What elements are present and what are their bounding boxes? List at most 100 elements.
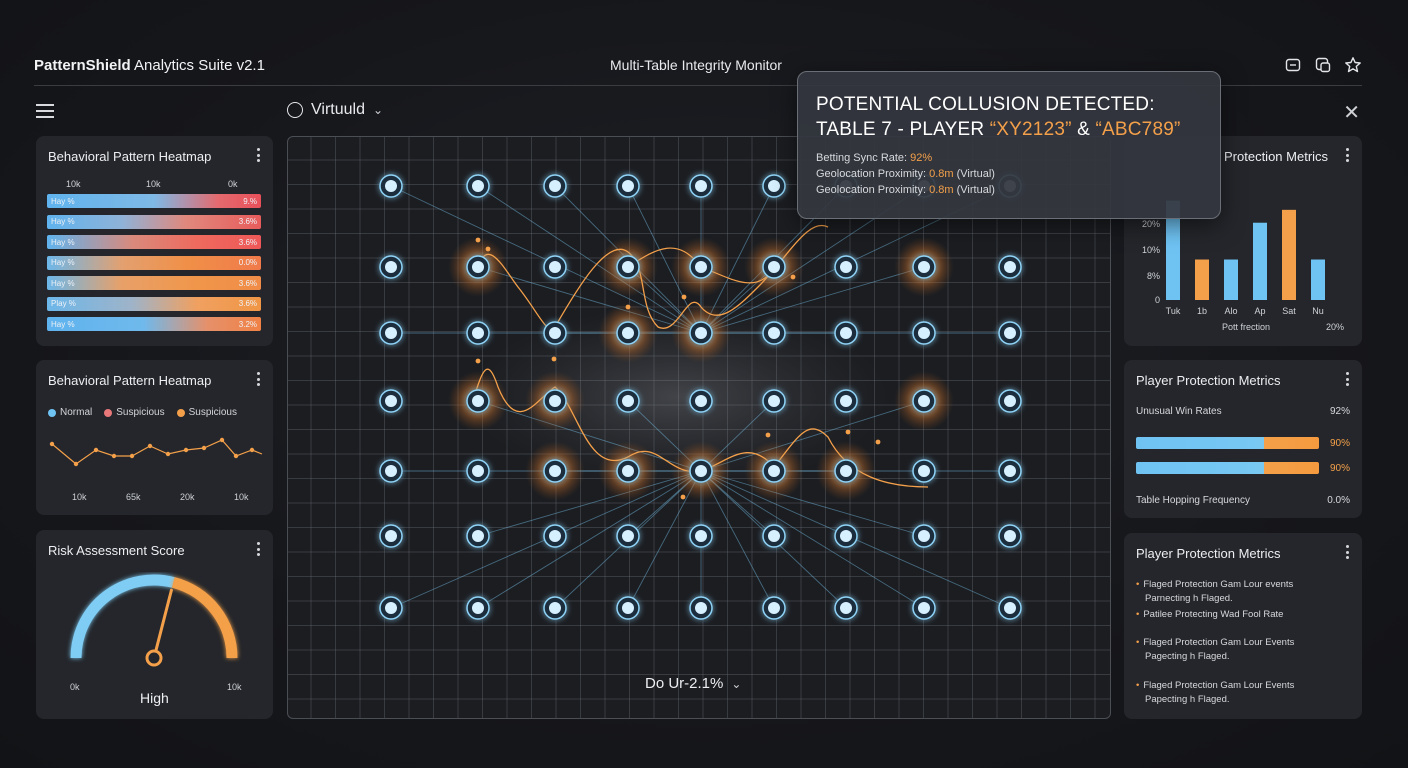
player-node[interactable]: [379, 174, 403, 198]
player-node[interactable]: [689, 596, 713, 620]
heatmap-col-header: 10k: [146, 179, 161, 189]
x-tick-label: Sat: [1282, 306, 1296, 316]
player-node[interactable]: [689, 255, 713, 279]
player-node[interactable]: [762, 255, 786, 279]
player-node[interactable]: [689, 524, 713, 548]
player-node[interactable]: [689, 321, 713, 345]
player-node[interactable]: [543, 459, 567, 483]
network-graph: [379, 174, 1022, 620]
player-node[interactable]: [466, 524, 490, 548]
player-node[interactable]: [912, 255, 936, 279]
player-node[interactable]: [543, 596, 567, 620]
kebab-menu-icon[interactable]: [255, 542, 261, 556]
player-node[interactable]: [762, 389, 786, 413]
player-node[interactable]: [912, 321, 936, 345]
bar[interactable]: [1195, 259, 1209, 300]
player-node[interactable]: [762, 174, 786, 198]
player-node[interactable]: [466, 321, 490, 345]
player-node[interactable]: [762, 321, 786, 345]
bar[interactable]: [1253, 222, 1267, 300]
win-rate-bar: [1136, 462, 1319, 474]
player-node[interactable]: [912, 389, 936, 413]
player-node[interactable]: [466, 459, 490, 483]
player-node[interactable]: [466, 596, 490, 620]
player-node[interactable]: [616, 459, 640, 483]
player-node[interactable]: [543, 174, 567, 198]
player-node[interactable]: [543, 321, 567, 345]
player-node[interactable]: [998, 596, 1022, 620]
kebab-menu-icon[interactable]: [1344, 148, 1350, 162]
metric-row: Table Hopping Frequency 0.0%: [1136, 495, 1350, 506]
player-node[interactable]: [834, 524, 858, 548]
player-node[interactable]: [543, 524, 567, 548]
player-node[interactable]: [834, 321, 858, 345]
player-node[interactable]: [762, 596, 786, 620]
player-node[interactable]: [998, 389, 1022, 413]
list-item[interactable]: • Flaged Protection Gam Lour Events Papect…: [1136, 679, 1294, 707]
player-node[interactable]: [379, 255, 403, 279]
player-node[interactable]: [616, 174, 640, 198]
threshold-dropdown[interactable]: Do Ur-2.1% ⌄: [645, 675, 741, 692]
list-item[interactable]: • Flaged Protection Gam Lour events Parnec…: [1136, 578, 1293, 606]
close-icon[interactable]: ✕: [1343, 103, 1360, 123]
bar-value: 90%: [1329, 463, 1350, 474]
player-node[interactable]: [834, 255, 858, 279]
legend-item: Suspicious: [104, 407, 165, 418]
heatmap-row: Hay % 3.6%: [47, 276, 261, 290]
player-node[interactable]: [616, 255, 640, 279]
list-item[interactable]: • Patilee Protecting Wad Fool Rate: [1136, 608, 1283, 622]
player-node[interactable]: [689, 174, 713, 198]
player-node[interactable]: [834, 389, 858, 413]
player-node[interactable]: [998, 321, 1022, 345]
player-node[interactable]: [379, 596, 403, 620]
player-node[interactable]: [379, 321, 403, 345]
player-node[interactable]: [379, 389, 403, 413]
player-node[interactable]: [689, 459, 713, 483]
view-dropdown[interactable]: Virtuuld ⌄: [287, 101, 383, 119]
y-tick-label: 0: [1155, 295, 1160, 305]
bar[interactable]: [1224, 259, 1238, 300]
player-node[interactable]: [466, 174, 490, 198]
player-node[interactable]: [762, 524, 786, 548]
legend-item: Suspicious: [176, 407, 237, 418]
window-icon[interactable]: [1284, 56, 1302, 74]
player-node[interactable]: [616, 524, 640, 548]
player-node[interactable]: [543, 255, 567, 279]
player-node[interactable]: [998, 255, 1022, 279]
copy-icon[interactable]: [1314, 56, 1332, 74]
player-node[interactable]: [379, 524, 403, 548]
player-node[interactable]: [834, 459, 858, 483]
list-item[interactable]: • Flaged Protection Gam Lour Events Pagect…: [1136, 636, 1294, 664]
player-node[interactable]: [912, 459, 936, 483]
player-node[interactable]: [998, 524, 1022, 548]
player-node[interactable]: [912, 524, 936, 548]
kebab-menu-icon[interactable]: [255, 148, 261, 162]
app-title: PatternShield Analytics Suite v2.1: [34, 57, 265, 74]
bar-value: 90%: [1329, 438, 1350, 449]
x-tick-label: Tuk: [1166, 306, 1181, 316]
bar[interactable]: [1311, 259, 1325, 300]
kebab-menu-icon[interactable]: [255, 372, 261, 386]
kebab-menu-icon[interactable]: [1344, 372, 1350, 386]
star-icon[interactable]: [1344, 56, 1362, 74]
player-node[interactable]: [762, 459, 786, 483]
bar[interactable]: [1282, 209, 1296, 300]
player-node[interactable]: [998, 459, 1022, 483]
kebab-menu-icon[interactable]: [1344, 545, 1350, 559]
player-node[interactable]: [466, 389, 490, 413]
player-node[interactable]: [466, 255, 490, 279]
player-node[interactable]: [616, 321, 640, 345]
player-node[interactable]: [379, 459, 403, 483]
gauge-max-label: 10k: [227, 682, 242, 692]
player-node[interactable]: [912, 596, 936, 620]
integrity-network-map[interactable]: [287, 136, 1111, 719]
player-node[interactable]: [616, 389, 640, 413]
hamburger-menu-icon[interactable]: [36, 104, 54, 118]
player-node[interactable]: [689, 389, 713, 413]
heatmap-row: Hay % 0.0%: [47, 255, 261, 270]
player-node[interactable]: [616, 596, 640, 620]
collusion-alert[interactable]: POTENTIAL COLLUSION DETECTED: TABLE 7 - …: [797, 71, 1221, 219]
risk-panel: Risk Assessment Score 0k 10k High: [36, 530, 273, 719]
player-node[interactable]: [834, 596, 858, 620]
player-node[interactable]: [543, 389, 567, 413]
